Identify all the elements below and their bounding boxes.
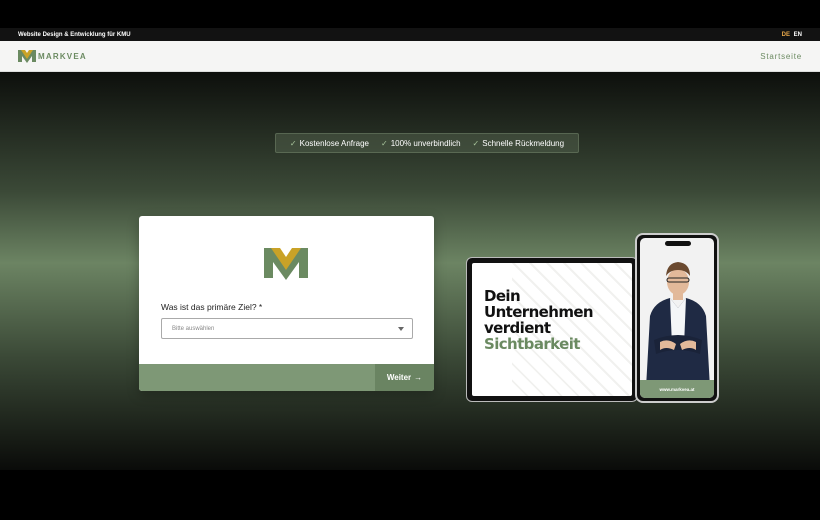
benefit-item: ✓ Kostenlose Anfrage xyxy=(290,139,369,148)
nav-startseite-link[interactable]: Startseite xyxy=(760,52,802,61)
top-bar-title: Website Design & Entwicklung für KMU xyxy=(18,31,131,38)
arrow-right-icon: → xyxy=(414,373,423,382)
headline-accent: Sichtbarkeit xyxy=(484,335,580,353)
markvea-monogram-icon xyxy=(264,248,308,280)
benefit-item: ✓ Schnelle Rückmeldung xyxy=(473,139,565,148)
mockup-headline: Dein Unternehmen verdient Sichtbarkeit xyxy=(484,287,594,353)
next-button-label: Weiter xyxy=(386,373,412,382)
benefit-label: 100% unverbindlich xyxy=(390,138,461,148)
form-logo xyxy=(264,246,308,285)
goal-question-label: Was ist das primäre Ziel? * xyxy=(161,302,263,312)
headline-line: Unternehmen xyxy=(484,303,594,321)
brand-name: MARKVEA xyxy=(38,51,87,61)
letterbox-top xyxy=(0,0,820,28)
benefit-label: Kostenlose Anfrage xyxy=(299,138,370,148)
benefit-label: Schnelle Rückmeldung xyxy=(482,138,565,148)
goal-select-value: Bitte auswählen xyxy=(172,325,215,332)
language-switcher: DE EN xyxy=(782,32,802,38)
chevron-down-icon xyxy=(398,326,404,331)
person-photo xyxy=(646,262,710,388)
check-icon: ✓ xyxy=(381,138,388,148)
top-bar: Website Design & Entwicklung für KMU DE … xyxy=(0,28,820,41)
benefits-bar: ✓ Kostenlose Anfrage ✓ 100% unverbindlic… xyxy=(275,133,579,153)
check-icon: ✓ xyxy=(472,138,480,148)
lang-de-link[interactable]: DE xyxy=(782,32,790,38)
lang-en-link[interactable]: EN xyxy=(794,32,802,38)
headline-line: Dein xyxy=(484,287,521,305)
phone-screen: www.markvea.at xyxy=(640,238,714,398)
check-icon: ✓ xyxy=(289,138,297,148)
goal-select[interactable]: Bitte auswählen xyxy=(161,318,413,339)
phone-mockup: www.markvea.at xyxy=(635,233,719,403)
tablet-mockup: Dein Unternehmen verdient Sichtbarkeit xyxy=(466,257,638,402)
form-footer: Weiter → xyxy=(139,364,434,391)
device-mockup: Dein Unternehmen verdient Sichtbarkeit w… xyxy=(466,233,720,403)
next-button[interactable]: Weiter → xyxy=(375,364,434,391)
letterbox-bottom xyxy=(0,470,820,520)
phone-url-banner: www.markvea.at xyxy=(640,380,714,398)
inquiry-form-card: Was ist das primäre Ziel? * Bitte auswäh… xyxy=(139,216,434,391)
brand-logo-link[interactable]: MARKVEA xyxy=(18,49,87,63)
markvea-logo-icon xyxy=(18,50,36,63)
headline-line: verdient xyxy=(484,319,551,337)
benefit-item: ✓ 100% unverbindlich xyxy=(381,139,461,148)
tablet-screen: Dein Unternehmen verdient Sichtbarkeit xyxy=(472,263,632,396)
navbar: MARKVEA Startseite xyxy=(0,41,820,72)
